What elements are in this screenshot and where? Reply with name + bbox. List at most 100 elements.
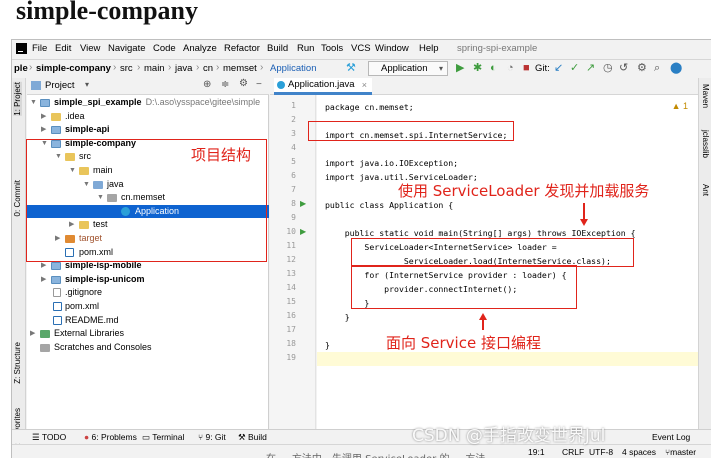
code-line: public static void main(String[] args) t… xyxy=(325,228,636,238)
tree-item-gitignore[interactable]: .gitignore xyxy=(27,286,269,300)
tree-item-pom-company[interactable]: pom.xml xyxy=(27,246,269,260)
menu-vcs[interactable]: VCS xyxy=(351,43,371,54)
tool-tab-todo[interactable]: ☰ TODO xyxy=(32,432,66,443)
ide-update-icon[interactable]: ⬤ xyxy=(670,62,682,75)
folder-icon xyxy=(65,153,75,162)
expanded-arrow-icon[interactable]: ▼ xyxy=(30,96,37,109)
line-number: 3 xyxy=(291,129,296,138)
profile-icon[interactable]: ◔ xyxy=(507,62,514,75)
current-line-highlight xyxy=(317,352,698,366)
tree-item-external-libraries[interactable]: ▶ External Libraries xyxy=(27,327,269,341)
tool-tab-terminal[interactable]: ▭ Terminal xyxy=(142,432,184,443)
breadcrumb-memset[interactable]: memset xyxy=(223,63,257,74)
warning-indicator[interactable]: ▲ 1 xyxy=(672,101,688,111)
tree-item-test[interactable]: ▶ test xyxy=(27,218,269,232)
search-icon[interactable]: ⌕ xyxy=(654,62,660,75)
code-line: } xyxy=(325,312,350,322)
hammer-icon[interactable]: ⚒ xyxy=(346,62,356,75)
menu-help[interactable]: Help xyxy=(419,43,439,54)
tree-item-pom-root[interactable]: pom.xml xyxy=(27,300,269,314)
menu-view[interactable]: View xyxy=(80,43,100,54)
breadcrumb-application[interactable]: Application xyxy=(270,63,316,74)
menu-run[interactable]: Run xyxy=(297,43,314,54)
run-gutter-icon[interactable]: ▶ xyxy=(300,227,306,236)
stop-icon[interactable]: ■ xyxy=(523,62,530,75)
tree-item-java[interactable]: ▼ java xyxy=(27,178,269,192)
tree-item-scratches[interactable]: Scratches and Consoles xyxy=(27,341,269,355)
code-editor[interactable]: ▲ 1 package cn.memset; import cn.memset.… xyxy=(317,95,698,429)
chevron-down-icon[interactable]: ▾ xyxy=(85,80,89,89)
tree-item-idea[interactable]: ▶ .idea xyxy=(27,110,269,124)
event-log-tab[interactable]: Event Log xyxy=(652,432,690,442)
settings-icon[interactable]: ⚙ xyxy=(637,62,647,75)
menu-build[interactable]: Build xyxy=(267,43,288,54)
run-gutter-icon[interactable]: ▶ xyxy=(300,199,306,208)
breadcrumb-main[interactable]: main xyxy=(144,63,165,74)
tree-item-simple-api[interactable]: ▶ simple-api xyxy=(27,123,269,137)
git-commit-icon[interactable]: ✓ xyxy=(570,62,579,75)
collapsed-arrow-icon[interactable]: ▶ xyxy=(41,259,46,272)
minimize-icon[interactable]: − xyxy=(256,79,262,90)
tree-item-simple-isp-mobile[interactable]: ▶ simple-isp-mobile xyxy=(27,259,269,273)
tree-item-readme[interactable]: README.md xyxy=(27,314,269,328)
breadcrumb-module[interactable]: simple-company xyxy=(36,63,111,74)
tool-tab-maven[interactable]: Maven xyxy=(701,84,710,108)
breadcrumb-cn[interactable]: cn xyxy=(203,63,213,74)
tool-tab-jclasslib[interactable]: jclasslib xyxy=(701,130,710,158)
rollback-icon[interactable]: ↺ xyxy=(619,62,628,75)
expanded-arrow-icon[interactable]: ▼ xyxy=(83,178,90,191)
tree-item-target[interactable]: ▶ target xyxy=(27,232,269,246)
tree-item-root[interactable]: ▼ simple_spi_example D:\.aso\ysspace\gite… xyxy=(27,96,269,110)
menu-code[interactable]: Code xyxy=(153,43,176,54)
git-push-icon[interactable]: ↗ xyxy=(586,62,595,75)
maven-file-icon xyxy=(65,247,74,257)
menu-analyze[interactable]: Analyze xyxy=(183,43,217,54)
tool-tab-problems[interactable]: ● 6: Problems xyxy=(84,432,137,442)
tool-tab-commit[interactable]: 0: Commit xyxy=(13,180,22,216)
terminal-icon: ▭ xyxy=(142,432,153,442)
history-icon[interactable]: ◷ xyxy=(603,62,613,75)
tree-item-package[interactable]: ▼ cn.memset xyxy=(27,191,269,205)
run-config-select[interactable]: Application ▾ xyxy=(368,61,448,76)
collapse-all-icon[interactable]: ≑ xyxy=(221,79,229,90)
collapsed-arrow-icon[interactable]: ▶ xyxy=(55,232,60,245)
java-class-icon xyxy=(277,81,285,89)
expanded-arrow-icon[interactable]: ▼ xyxy=(55,150,62,163)
breadcrumb-root[interactable]: ple xyxy=(14,63,28,74)
locate-icon[interactable]: ⊕ xyxy=(203,79,211,90)
gear-icon[interactable]: ⚙ xyxy=(239,78,248,89)
collapsed-arrow-icon[interactable]: ▶ xyxy=(41,110,46,123)
tree-item-application[interactable]: Application xyxy=(27,204,269,219)
expanded-arrow-icon[interactable]: ▼ xyxy=(97,191,104,204)
menu-window[interactable]: Window xyxy=(375,43,409,54)
collapsed-arrow-icon[interactable]: ▶ xyxy=(41,273,46,286)
menu-file[interactable]: File xyxy=(32,43,47,54)
tool-tab-build-label: Build xyxy=(247,432,267,442)
tool-tab-ant[interactable]: Ant xyxy=(701,184,710,196)
tool-tab-structure[interactable]: Z: Structure xyxy=(13,342,22,384)
debug-icon[interactable]: ✱ xyxy=(473,62,482,75)
close-icon[interactable]: × xyxy=(362,78,367,92)
editor-tab-application[interactable]: Application.java × xyxy=(274,78,372,95)
breadcrumb-src[interactable]: src xyxy=(120,63,133,74)
git-update-icon[interactable]: ↙ xyxy=(554,62,563,75)
list-icon: ☰ xyxy=(32,432,42,442)
tool-tab-git[interactable]: ⑂ 9: Git xyxy=(198,432,226,442)
tool-tab-build[interactable]: ⚒ Build xyxy=(238,432,267,443)
expanded-arrow-icon[interactable]: ▼ xyxy=(69,164,76,177)
project-panel-title[interactable]: Project xyxy=(45,80,75,91)
tree-item-main[interactable]: ▼ main xyxy=(27,164,269,178)
expanded-arrow-icon[interactable]: ▼ xyxy=(41,137,48,150)
menu-tools[interactable]: Tools xyxy=(321,43,343,54)
menu-navigate[interactable]: Navigate xyxy=(108,43,146,54)
tool-tab-project[interactable]: 1: Project xyxy=(13,82,22,116)
collapsed-arrow-icon[interactable]: ▶ xyxy=(30,327,35,340)
collapsed-arrow-icon[interactable]: ▶ xyxy=(41,123,46,136)
coverage-icon[interactable]: ◐ xyxy=(490,62,497,75)
menu-edit[interactable]: Edit xyxy=(55,43,71,54)
breadcrumb-java[interactable]: java xyxy=(175,63,192,74)
run-icon[interactable]: ▶ xyxy=(456,62,464,75)
tree-item-simple-isp-unicom[interactable]: ▶ simple-isp-unicom xyxy=(27,273,269,287)
menu-refactor[interactable]: Refactor xyxy=(224,43,260,54)
collapsed-arrow-icon[interactable]: ▶ xyxy=(69,218,74,231)
